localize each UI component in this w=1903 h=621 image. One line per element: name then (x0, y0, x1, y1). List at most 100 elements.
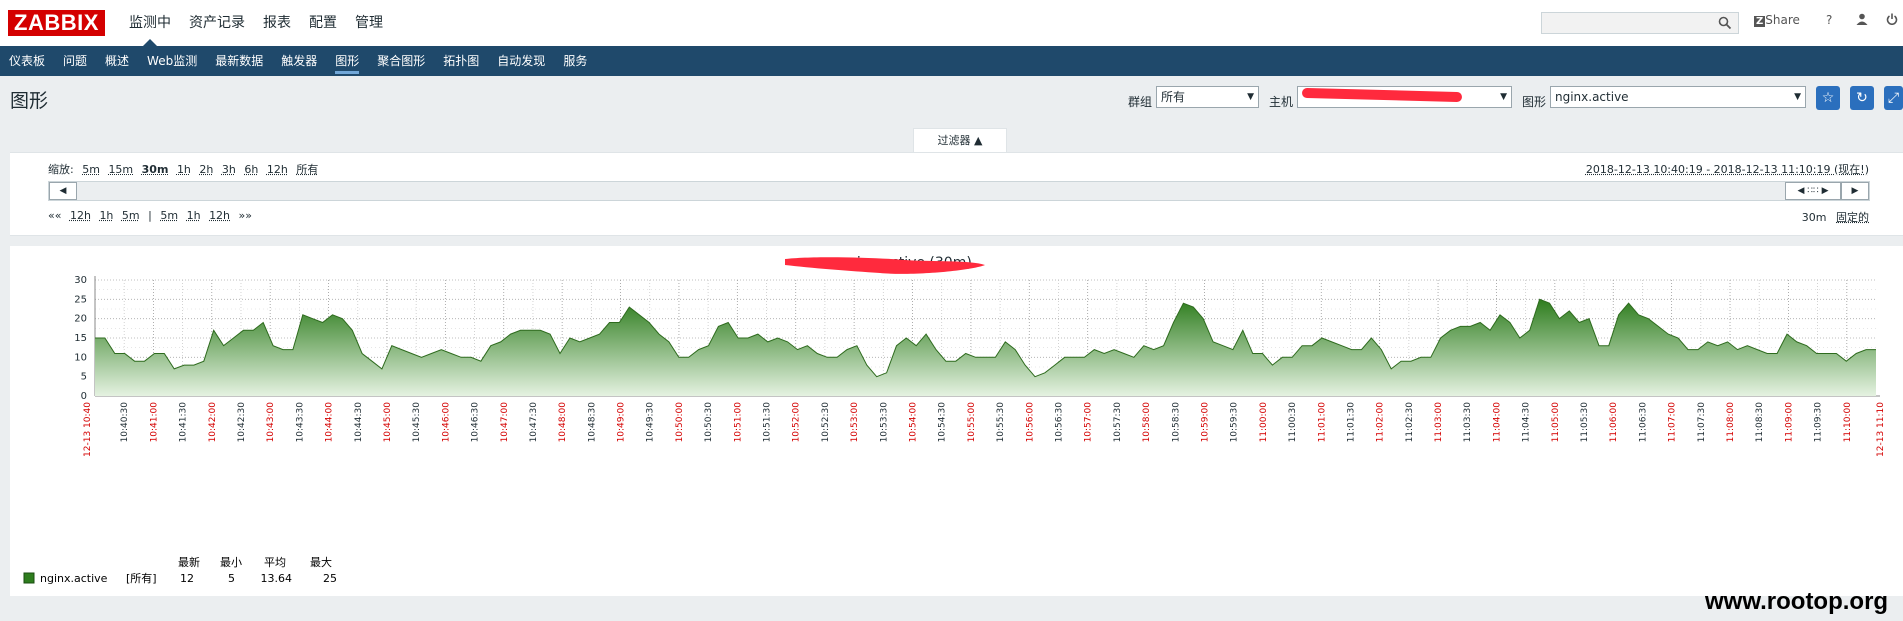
main-menu-reports[interactable]: 报表 (254, 0, 300, 46)
x-tick-label: 11:05:30 (1580, 402, 1590, 443)
time-range[interactable]: 2018-12-13 10:40:19 - 2018-12-13 11:10:1… (1586, 161, 1869, 177)
zoom-all[interactable]: 所有 (296, 163, 318, 176)
nav-right: 30m 固定的 (1802, 209, 1869, 225)
scroll-handle[interactable]: ◀ ∷∷ ▶ (1785, 182, 1841, 200)
x-tick-label: 10:49:00 (617, 402, 627, 443)
nav-forward-end[interactable]: »» (239, 209, 252, 222)
filter-tab[interactable]: 过滤器 ▲ (913, 128, 1007, 153)
nav-forward-5m[interactable]: 5m (160, 209, 178, 222)
x-tick-label: 10:55:00 (967, 402, 977, 443)
zoom-1h[interactable]: 1h (177, 163, 191, 176)
legend-header-max: 最大 (310, 555, 332, 569)
search-icon[interactable] (1718, 16, 1732, 30)
sub-menu-dashboard[interactable]: 仪表板 (0, 46, 54, 76)
scroll-left-button[interactable]: ◀ (49, 182, 77, 200)
x-tick-label: 10:44:00 (325, 402, 335, 443)
favorite-star-icon[interactable]: ☆ (1816, 86, 1840, 110)
nav-forward-12h[interactable]: 12h (209, 209, 230, 222)
sub-menu-overview[interactable]: 概述 (96, 46, 138, 76)
refresh-icon[interactable]: ↻ (1850, 86, 1874, 110)
sub-menu-problems[interactable]: 问题 (54, 46, 96, 76)
share-icon: Z (1754, 16, 1766, 27)
zabbix-logo[interactable]: ZABBIX (8, 10, 105, 36)
scroll-right-button[interactable]: ▶ (1841, 182, 1869, 200)
sub-menu-latest-data[interactable]: 最新数据 (206, 46, 272, 76)
y-tick-label: 25 (74, 294, 87, 305)
main-menu-administration[interactable]: 管理 (346, 0, 392, 46)
x-tick-label: 11:01:00 (1317, 402, 1327, 443)
x-tick-label: 10:58:00 (1142, 402, 1152, 443)
nav-back-5m[interactable]: 5m (122, 209, 140, 222)
host-select[interactable]: ▼ (1297, 86, 1512, 108)
x-tick-label: 10:52:30 (821, 402, 831, 443)
sub-menu-graphs[interactable]: 图形 (326, 46, 368, 76)
graph-label: 图形 (1522, 95, 1547, 109)
x-tick-label: 10:44:30 (354, 402, 364, 443)
legend-max-value: 25 (323, 572, 337, 585)
main-menu-monitoring[interactable]: 监测中 (120, 0, 180, 46)
main-menu-configuration[interactable]: 配置 (300, 0, 346, 46)
x-tick-label: 10:47:30 (529, 402, 539, 443)
x-tick-label: 10:43:30 (295, 402, 305, 443)
user-profile-icon[interactable] (1856, 13, 1868, 28)
y-tick-label: 10 (74, 352, 87, 363)
legend-min-value: 5 (228, 572, 235, 585)
sub-menu-triggers[interactable]: 触发器 (272, 46, 326, 76)
sub-menu-services[interactable]: 服务 (554, 46, 596, 76)
zoom-12h[interactable]: 12h (267, 163, 288, 176)
y-tick-label: 5 (81, 372, 87, 383)
graph-panel: 0 5 10 15 20 25 30 12-13 10:40 10:40:30 10:41:00… (10, 246, 1903, 596)
x-tick-label: 10:42:00 (208, 402, 218, 443)
nav-separator: | (148, 209, 152, 222)
x-tick-label: 10:50:00 (675, 402, 685, 443)
legend-header-last: 最新 (178, 555, 200, 569)
zoom-label: 缩放: (48, 163, 74, 176)
zoom-6h[interactable]: 6h (244, 163, 258, 176)
nav-back-1h[interactable]: 1h (99, 209, 113, 222)
nav-forward-1h[interactable]: 1h (187, 209, 201, 222)
nav-back-start[interactable]: «« (48, 209, 61, 222)
zoom-3h[interactable]: 3h (222, 163, 236, 176)
x-tick-label: 10:46:30 (471, 402, 481, 443)
zoom-5m[interactable]: 5m (82, 163, 100, 176)
help-icon[interactable]: ? (1826, 13, 1832, 27)
x-tick-label: 10:53:00 (850, 402, 860, 443)
watermark: www.rootop.org (1705, 588, 1889, 615)
x-tick-label: 10:50:30 (704, 402, 714, 443)
search-input[interactable] (1541, 12, 1739, 34)
x-tick-label: 10:45:30 (412, 402, 422, 443)
x-tick-label: 11:05:00 (1551, 402, 1561, 443)
zoom-2h[interactable]: 2h (199, 163, 213, 176)
zoom-30m[interactable]: 30m (142, 163, 169, 176)
zoom-15m[interactable]: 15m (108, 163, 133, 176)
nav-back-12h[interactable]: 12h (70, 209, 91, 222)
share-link[interactable]: Z Share (1754, 13, 1800, 27)
x-tick-label: 11:03:30 (1463, 402, 1473, 443)
fixed-toggle[interactable]: 固定的 (1836, 211, 1869, 224)
sub-menu-maps[interactable]: 拓扑图 (434, 46, 488, 76)
sub-menu-screens[interactable]: 聚合图形 (368, 46, 434, 76)
x-tick-label: 11:08:00 (1726, 402, 1736, 443)
y-tick-label: 30 (74, 275, 87, 286)
x-tick-label: 10:51:00 (733, 402, 743, 443)
sub-menu-discovery[interactable]: 自动发现 (488, 46, 554, 76)
group-select[interactable]: 所有 ▼ (1156, 86, 1259, 108)
x-tick-label: 10:41:30 (179, 402, 189, 443)
x-tick-label: 10:57:30 (1113, 402, 1123, 443)
x-tick-label: 10:46:00 (441, 402, 451, 443)
legend-header-avg: 平均 (264, 556, 286, 569)
x-tick-label: 10:40:30 (120, 402, 130, 443)
time-scrollbar[interactable]: ◀ ◀ ∷∷ ▶ ▶ (48, 181, 1870, 201)
y-tick-label: 0 (81, 391, 87, 402)
x-tick-label: 11:01:30 (1346, 402, 1356, 443)
main-menu-inventory[interactable]: 资产记录 (180, 0, 254, 46)
sub-menu: 仪表板 问题 概述 Web监测 最新数据 触发器 图形 聚合图形 拓扑图 自动发… (0, 46, 1903, 76)
fullscreen-icon[interactable]: ⤢ (1884, 86, 1903, 110)
chevron-down-icon: ▼ (1247, 92, 1254, 102)
graph-select[interactable]: nginx.active ▼ (1550, 86, 1806, 108)
sub-menu-web[interactable]: Web监测 (138, 46, 206, 76)
logout-icon[interactable] (1886, 13, 1898, 28)
x-end-label: 12-13 11:10 (1876, 402, 1886, 457)
x-tick-label: 10:57:00 (1084, 402, 1094, 443)
group-label: 群组 (1128, 95, 1153, 109)
